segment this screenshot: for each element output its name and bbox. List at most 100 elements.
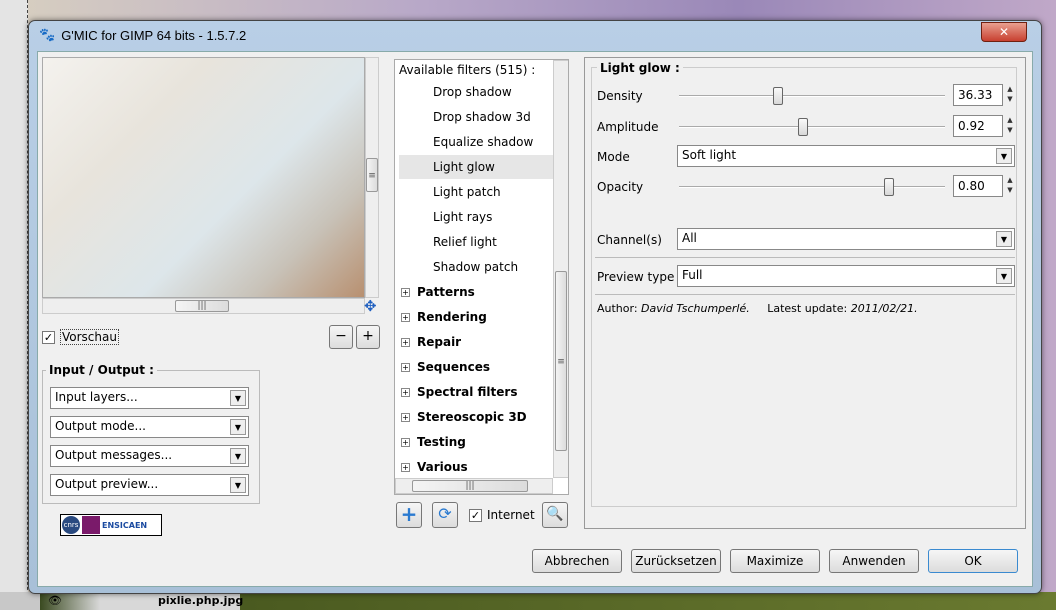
filter-category[interactable]: + Repair	[399, 330, 555, 354]
zoom-filter-button[interactable]: 🔍	[542, 502, 568, 528]
opacity-label: Opacity	[597, 180, 644, 194]
zoom-in-icon: +	[362, 328, 374, 344]
preview-label[interactable]: Vorschau	[60, 329, 119, 345]
density-slider-thumb[interactable]	[773, 87, 783, 105]
preview-type-combo[interactable]: Full ▼	[677, 265, 1015, 287]
amplitude-spinner[interactable]: ▲ ▼	[1005, 115, 1015, 137]
refresh-icon: ⟳	[438, 504, 452, 523]
preview-checkbox[interactable]: ✓	[42, 330, 55, 344]
close-button[interactable]: ✕	[981, 22, 1027, 42]
filter-item[interactable]: Light glow	[399, 155, 555, 179]
divider	[595, 294, 1015, 295]
expand-icon[interactable]: +	[401, 388, 410, 397]
filter-label: Spectral filters	[417, 385, 518, 399]
filter-category[interactable]: + Rendering	[399, 305, 555, 329]
filter-item[interactable]: Drop shadow	[399, 80, 555, 104]
dialog-client: ≡ ||| ✥ ✓ Vorschau − + Input / Output : …	[37, 51, 1033, 587]
move-icon[interactable]: ✥	[364, 297, 377, 315]
filter-item[interactable]: Drop shadow 3d	[399, 105, 555, 129]
opacity-input[interactable]: 0.80	[953, 175, 1003, 197]
expand-icon[interactable]: +	[401, 338, 410, 347]
zoom-out-button[interactable]: −	[329, 325, 353, 349]
expand-icon[interactable]: +	[401, 288, 410, 297]
density-slider[interactable]	[679, 87, 945, 105]
mode-combo[interactable]: Soft light ▼	[677, 145, 1015, 167]
filter-item[interactable]: Relief light	[399, 230, 555, 254]
internet-label[interactable]: Internet	[487, 508, 535, 522]
zoom-out-icon: −	[335, 328, 347, 344]
input-layers-combo[interactable]: Input layers... ▼	[50, 387, 249, 409]
update-label: Latest update:	[767, 302, 848, 315]
parameters-panel: Light glow : Density 36.33 ▲ ▼ Amplitude …	[584, 57, 1026, 529]
output-messages-combo[interactable]: Output messages... ▼	[50, 445, 249, 467]
update-date: 2011/02/21.	[850, 302, 918, 315]
filter-item[interactable]: Equalize shadow	[399, 130, 555, 154]
expand-icon[interactable]: +	[401, 313, 410, 322]
filter-category[interactable]: + Spectral filters	[399, 380, 555, 404]
channels-label: Channel(s)	[597, 233, 662, 247]
preview-vscrollbar[interactable]: ≡	[365, 57, 379, 298]
zoom-in-button[interactable]: +	[356, 325, 380, 349]
filters-tree: Available filters (515) : Drop shadow Dro…	[394, 59, 569, 495]
filter-item[interactable]: Light patch	[399, 180, 555, 204]
apply-button[interactable]: Anwenden	[829, 549, 919, 573]
filter-category[interactable]: + Various	[399, 455, 555, 479]
reset-button[interactable]: Zurücksetzen	[631, 549, 721, 573]
expand-icon[interactable]: +	[401, 438, 410, 447]
output-mode-combo[interactable]: Output mode... ▼	[50, 416, 249, 438]
amplitude-slider-thumb[interactable]	[798, 118, 808, 136]
gimp-background-left	[0, 0, 28, 610]
ensicaen-logo[interactable]: cnrs ENSICAEN	[60, 514, 162, 536]
io-title: Input / Output :	[46, 363, 157, 377]
magnifier-icon: 🔍	[546, 506, 564, 522]
mode-label: Mode	[597, 150, 630, 164]
filter-label: Light glow	[433, 160, 495, 174]
filter-label: Stereoscopic 3D	[417, 410, 527, 424]
density-label: Density	[597, 89, 643, 103]
eye-icon[interactable]: 👁	[48, 594, 62, 607]
filter-category[interactable]: + Testing	[399, 430, 555, 454]
filters-header: Available filters (515) :	[399, 63, 536, 77]
plus-icon: +	[400, 502, 418, 526]
refresh-button[interactable]: ⟳	[432, 502, 458, 528]
filter-label: Various	[417, 460, 468, 474]
amplitude-label: Amplitude	[597, 120, 659, 134]
filters-vscrollbar[interactable]: ≡	[553, 60, 568, 478]
preview-type-label: Preview type	[597, 270, 675, 284]
filter-label: Shadow patch	[433, 260, 519, 274]
filter-item[interactable]: Shadow patch	[399, 255, 555, 279]
ok-button[interactable]: OK	[928, 549, 1018, 573]
author-label: Author:	[597, 302, 638, 315]
output-preview-combo[interactable]: Output preview... ▼	[50, 474, 249, 496]
amplitude-input[interactable]: 0.92	[953, 115, 1003, 137]
opacity-slider-thumb[interactable]	[884, 178, 894, 196]
cancel-button[interactable]: Abbrechen	[532, 549, 622, 573]
internet-checkbox[interactable]: ✓	[469, 508, 482, 522]
filter-item[interactable]: Light rays	[399, 205, 555, 229]
maximize-button[interactable]: Maximize	[730, 549, 820, 573]
density-spinner[interactable]: ▲ ▼	[1005, 84, 1015, 106]
layer-name: pixlie.php.jpg	[158, 594, 244, 607]
expand-icon[interactable]: +	[401, 363, 410, 372]
channels-combo[interactable]: All ▼	[677, 228, 1015, 250]
expand-icon[interactable]: +	[401, 463, 410, 472]
filter-label: Light patch	[433, 185, 501, 199]
preview-image[interactable]	[42, 57, 365, 298]
filter-category[interactable]: + Sequences	[399, 355, 555, 379]
filter-label: Drop shadow	[433, 85, 512, 99]
amplitude-slider[interactable]	[679, 118, 945, 136]
filter-category[interactable]: + Stereoscopic 3D	[399, 405, 555, 429]
expand-icon[interactable]: +	[401, 413, 410, 422]
filter-category[interactable]: + Patterns	[399, 280, 555, 304]
filters-hscrollbar[interactable]: |||	[395, 478, 553, 494]
filter-label: Repair	[417, 335, 462, 349]
divider	[595, 257, 1015, 258]
filter-label: Patterns	[417, 285, 475, 299]
opacity-spinner[interactable]: ▲ ▼	[1005, 175, 1015, 197]
gimp-icon: 🐾	[39, 27, 56, 42]
author-name: David Tschumperlé.	[641, 302, 750, 315]
density-input[interactable]: 36.33	[953, 84, 1003, 106]
add-filter-button[interactable]: +	[396, 502, 422, 528]
preview-hscrollbar[interactable]: |||	[42, 298, 365, 314]
opacity-slider[interactable]	[679, 178, 945, 196]
